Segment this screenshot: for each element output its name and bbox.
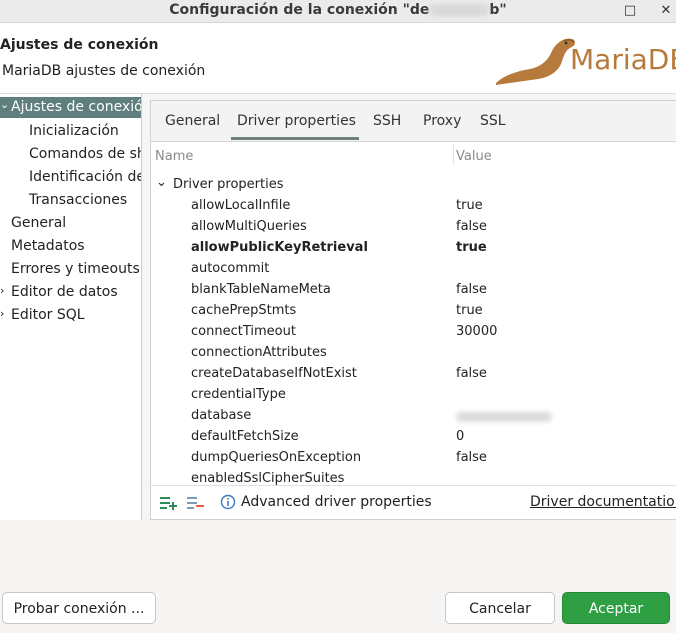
dialog-header: Ajustes de conexión MariaDB ajustes de c… — [0, 23, 676, 94]
column-header-name[interactable]: Name — [155, 149, 193, 164]
chevron-right-icon[interactable]: › — [0, 307, 4, 320]
chevron-right-icon[interactable]: › — [0, 284, 4, 297]
window-titlebar: Configuración de la conexión "de b" □ ✕ — [0, 0, 676, 23]
tab-ssl[interactable]: SSL — [480, 113, 506, 129]
property-name[interactable]: dumpQueriesOnException — [191, 450, 361, 465]
nav-item-transacciones[interactable]: Transacciones — [29, 192, 127, 208]
accept-button[interactable]: Aceptar — [562, 592, 670, 624]
tab-ssh[interactable]: SSH — [373, 113, 401, 129]
nav-item-editor-datos[interactable]: Editor de datos — [11, 284, 118, 300]
property-value[interactable]: false — [456, 219, 487, 234]
nav-item-label: Ajustes de conexión — [11, 99, 142, 115]
property-value[interactable]: false — [456, 450, 487, 465]
mariadb-logo: MariaDB — [490, 27, 676, 89]
tab-driver-properties[interactable]: Driver properties — [237, 113, 356, 129]
property-value[interactable]: true — [456, 240, 487, 255]
chevron-down-icon[interactable]: ⌄ — [156, 175, 167, 190]
driver-properties-panel: General Driver properties SSH Proxy SSL … — [150, 100, 676, 520]
property-name[interactable]: connectionAttributes — [191, 345, 327, 360]
test-connection-button[interactable]: Probar conexión ... — [2, 592, 156, 624]
active-tab-indicator — [231, 137, 359, 140]
tab-proxy[interactable]: Proxy — [423, 113, 461, 129]
property-value[interactable]: 0 — [456, 429, 464, 444]
property-name[interactable]: createDatabaseIfNotExist — [191, 366, 357, 381]
window-title-prefix: Configuración de la conexión "de — [169, 2, 430, 18]
tab-general[interactable]: General — [165, 113, 220, 129]
property-name[interactable]: autocommit — [191, 261, 269, 276]
remove-property-icon[interactable] — [187, 495, 205, 511]
property-name[interactable]: connectTimeout — [191, 324, 296, 339]
window-title: Configuración de la conexión "de b" — [0, 2, 676, 18]
info-icon — [220, 494, 236, 510]
seal-icon — [496, 38, 575, 85]
property-name[interactable]: blankTableNameMeta — [191, 282, 331, 297]
property-name[interactable]: allowPublicKeyRetrieval — [191, 240, 368, 255]
property-value[interactable]: false — [456, 366, 487, 381]
driver-documentation-link[interactable]: Driver documentation — [530, 494, 676, 510]
nav-item-identificacion[interactable]: Identificación de cliente — [29, 169, 141, 185]
property-name[interactable]: credentialType — [191, 387, 286, 402]
property-name[interactable]: allowMultiQueries — [191, 219, 307, 234]
column-separator[interactable] — [453, 145, 454, 165]
settings-nav: ⌄ Ajustes de conexión Inicialización Com… — [0, 94, 142, 520]
property-name[interactable]: cachePrepStmts — [191, 303, 296, 318]
page-title: Ajustes de conexión — [0, 37, 159, 53]
property-name[interactable]: defaultFetchSize — [191, 429, 299, 444]
add-property-icon[interactable] — [160, 495, 178, 511]
property-value[interactable]: true — [456, 198, 483, 213]
nav-item-metadatos[interactable]: Metadatos — [11, 238, 85, 254]
nav-item-editor-sql[interactable]: Editor SQL — [11, 307, 85, 323]
nav-item-inicializacion[interactable]: Inicialización — [29, 123, 119, 139]
group-driver-properties[interactable]: Driver properties — [173, 177, 283, 192]
close-button[interactable]: ✕ — [656, 1, 676, 21]
nav-item-general[interactable]: General — [11, 215, 66, 231]
nav-item-ajustes-conexion[interactable]: ⌄ Ajustes de conexión — [0, 97, 141, 118]
nav-item-errores-timeouts[interactable]: Errores y timeouts — [11, 261, 140, 277]
window-title-suffix: b" — [489, 2, 507, 18]
property-name[interactable]: allowLocalInfile — [191, 198, 290, 213]
redacted-blur — [456, 412, 552, 422]
property-value[interactable]: 30000 — [456, 324, 497, 339]
property-value-redacted[interactable] — [456, 411, 552, 426]
nav-item-comandos-shell[interactable]: Comandos de shell — [29, 146, 141, 162]
redacted-blur — [429, 4, 490, 16]
cancel-button[interactable]: Cancelar — [445, 592, 555, 624]
column-header-value[interactable]: Value — [456, 149, 492, 164]
chevron-down-icon[interactable]: ⌄ — [0, 98, 9, 111]
property-name[interactable]: enabledSslCipherSuites — [191, 471, 344, 486]
tab-bar: General Driver properties SSH Proxy SSL — [151, 101, 676, 142]
logo-text: MariaDB — [570, 43, 676, 76]
page-subtitle: MariaDB ajustes de conexión — [2, 63, 206, 79]
property-name[interactable]: database — [191, 408, 251, 423]
maximize-button[interactable]: □ — [620, 1, 640, 21]
advanced-driver-properties-label[interactable]: Advanced driver properties — [241, 494, 432, 510]
panel-footer: Advanced driver properties Driver docume… — [151, 485, 676, 519]
property-value[interactable]: true — [456, 303, 483, 318]
property-value[interactable]: false — [456, 282, 487, 297]
